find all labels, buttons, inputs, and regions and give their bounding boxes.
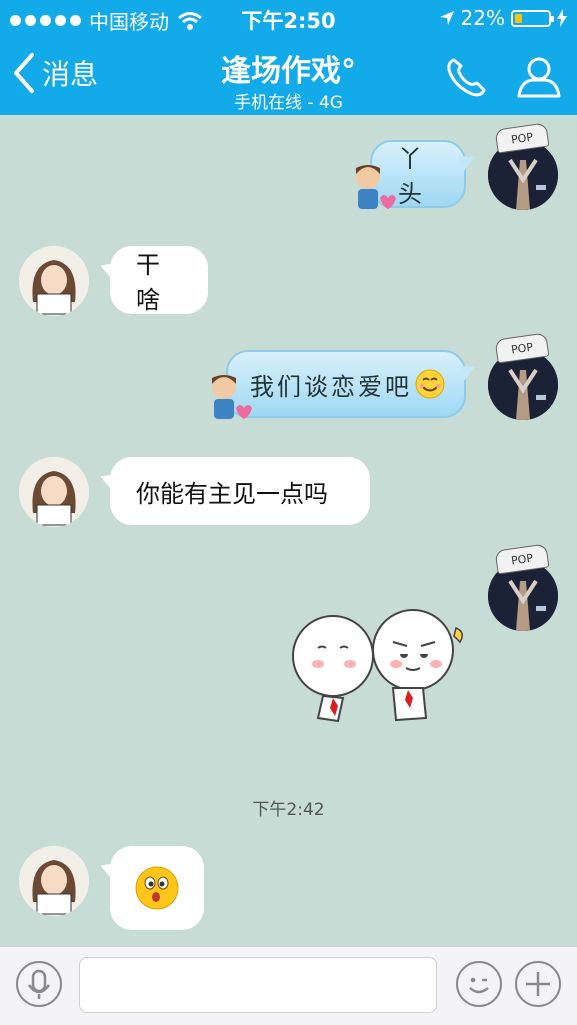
message-bubble[interactable] <box>110 846 204 930</box>
voice-button[interactable] <box>16 961 62 1007</box>
friend-avatar[interactable] <box>19 246 89 316</box>
friend-avatar[interactable] <box>19 457 89 527</box>
plus-icon <box>526 972 550 996</box>
smile-emoji-icon <box>415 369 445 399</box>
girl-avatar-icon <box>19 846 89 916</box>
input-bar <box>0 946 577 1025</box>
status-right: 22% <box>439 6 567 30</box>
message-text: 干啥 <box>136 251 160 314</box>
boy-sticker-icon <box>356 165 396 209</box>
charging-icon <box>557 9 567 27</box>
couple-sticker-icon[interactable] <box>288 606 472 730</box>
girl-avatar-icon <box>19 457 89 527</box>
message-text: 你能有主见一点吗 <box>136 479 328 508</box>
battery-percent: 22% <box>460 6 505 30</box>
message-input[interactable] <box>79 957 437 1013</box>
surprised-emoji-icon <box>135 866 179 910</box>
emoji-icon <box>469 977 489 994</box>
cap-text: POP <box>510 130 534 146</box>
boy-sticker-icon <box>212 375 252 419</box>
girl-avatar-icon <box>19 246 89 316</box>
emoji-button[interactable] <box>456 961 502 1007</box>
chat-title[interactable]: 逢场作戏° <box>0 46 577 90</box>
cap-text: POP <box>510 551 534 567</box>
message-bubble[interactable]: 你能有主见一点吗 <box>110 457 370 525</box>
message-text: 丫头 <box>398 145 425 208</box>
status-bar: 中国移动 下午2:50 22% <box>0 0 577 38</box>
chat-header: 消息 逢场作戏° 手机在线 - 4G <box>0 38 577 115</box>
message-bubble[interactable]: 我们谈恋爱吧 <box>226 350 466 418</box>
chat-subtitle: 手机在线 - 4G <box>234 93 343 113</box>
timestamp: 下午2:42 <box>252 800 325 820</box>
battery-icon <box>511 9 554 27</box>
message-text: 我们谈恋爱吧 <box>250 372 412 401</box>
more-button[interactable] <box>515 961 561 1007</box>
message-bubble[interactable]: 干啥 <box>110 246 208 314</box>
cap-text: POP <box>510 340 534 356</box>
location-arrow-icon <box>439 11 454 25</box>
microphone-icon <box>27 969 51 999</box>
phone-icon[interactable] <box>444 54 490 100</box>
contact-icon[interactable] <box>515 54 563 100</box>
friend-avatar[interactable] <box>19 846 89 916</box>
